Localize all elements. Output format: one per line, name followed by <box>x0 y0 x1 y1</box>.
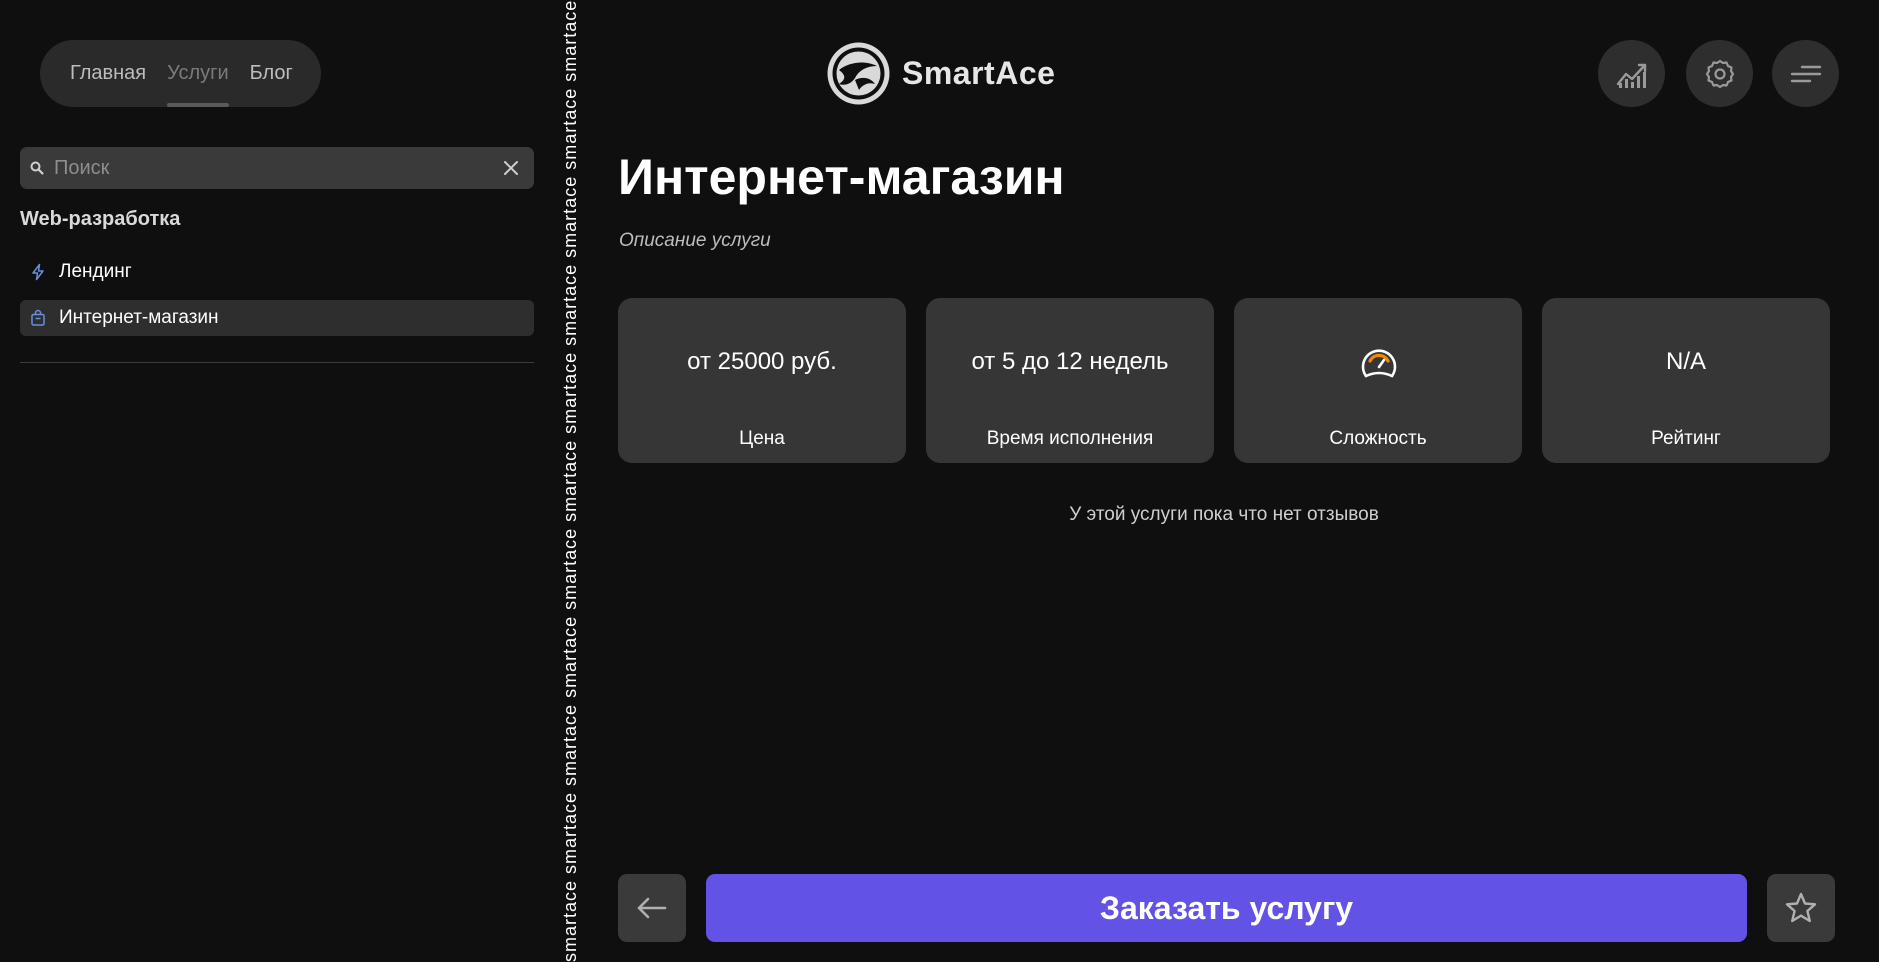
gear-icon <box>1705 59 1734 88</box>
stats-button[interactable] <box>1598 40 1665 107</box>
menu-button[interactable] <box>1772 40 1839 107</box>
duration-value: от 5 до 12 недель <box>971 348 1169 375</box>
search-icon <box>29 160 45 176</box>
sidebar-item-landing[interactable]: Лендинг <box>20 254 534 290</box>
logo[interactable]: SmartAce <box>825 40 1055 107</box>
back-button[interactable] <box>618 874 686 942</box>
order-service-button[interactable]: Заказать услугу <box>706 874 1747 942</box>
close-icon[interactable] <box>500 157 522 179</box>
service-description: Описание услуги <box>619 230 771 251</box>
logo-text: SmartAce <box>902 55 1056 91</box>
brand-ticker: smartace smartace smartace smartace smar… <box>557 0 583 962</box>
duration-card: от 5 до 12 недель Время исполнения <box>926 298 1214 463</box>
difficulty-label: Сложность <box>1329 428 1427 449</box>
nav-home[interactable]: Главная <box>70 40 146 107</box>
sidebar-divider <box>20 362 534 363</box>
main-nav: Главная Услуги Блог <box>40 40 321 107</box>
difficulty-card: Сложность <box>1234 298 1522 463</box>
ticker-text: smartace smartace smartace smartace smar… <box>560 0 580 962</box>
shopping-bag-icon <box>29 309 47 327</box>
duration-label: Время исполнения <box>986 428 1154 449</box>
rating-value: N/A <box>1665 348 1706 375</box>
chart-icon <box>1616 63 1646 88</box>
price-card: от 25000 руб. Цена <box>618 298 906 463</box>
logo-icon <box>827 42 890 105</box>
nav-services[interactable]: Услуги <box>167 40 229 107</box>
menu-icon <box>1790 65 1821 82</box>
price-label: Цена <box>739 428 785 449</box>
price-value: от 25000 руб. <box>687 348 837 375</box>
difficulty-gauge-icon <box>1361 349 1397 378</box>
sidebar-item-label: Интернет-магазин <box>59 307 219 328</box>
sidebar-item-label: Лендинг <box>59 261 132 282</box>
no-reviews-message: У этой услуги пока что нет отзывов <box>1069 504 1379 525</box>
bolt-icon <box>29 263 47 281</box>
category-title: Web-разработка <box>20 208 181 230</box>
page-title: Интернет-магазин <box>618 149 1065 205</box>
search-box <box>20 147 534 189</box>
arrow-left-icon <box>637 897 667 919</box>
rating-card: N/A Рейтинг <box>1542 298 1830 463</box>
sidebar-item-online-store[interactable]: Интернет-магазин <box>20 300 534 336</box>
search-input[interactable] <box>52 155 500 181</box>
rating-label: Рейтинг <box>1651 428 1721 449</box>
star-icon <box>1785 892 1817 923</box>
settings-button[interactable] <box>1686 40 1753 107</box>
nav-blog[interactable]: Блог <box>250 40 293 107</box>
favorite-button[interactable] <box>1767 874 1835 942</box>
